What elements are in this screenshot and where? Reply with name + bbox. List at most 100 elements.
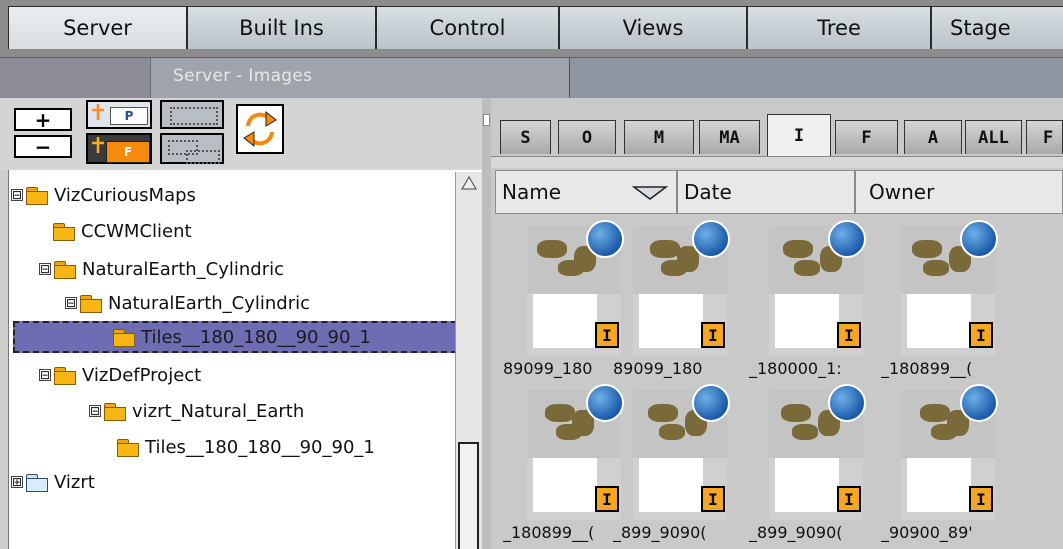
column-owner-label: Owner bbox=[869, 180, 935, 204]
map-landmass bbox=[781, 404, 811, 422]
folder-open-icon bbox=[104, 403, 126, 421]
thumbnail-canvas bbox=[775, 458, 839, 512]
tab-tree[interactable]: Tree bbox=[747, 6, 931, 49]
tab-control[interactable]: Control bbox=[376, 6, 559, 49]
map-landmass bbox=[650, 240, 680, 258]
globe-icon bbox=[960, 220, 998, 258]
tab-server[interactable]: Server bbox=[8, 6, 187, 49]
globe-icon bbox=[692, 220, 730, 258]
tab-stage[interactable]: Stage bbox=[931, 6, 1063, 49]
dotted-link-icon-2 bbox=[186, 150, 220, 164]
add-project-button[interactable]: P bbox=[86, 100, 152, 129]
pool-dropdown[interactable]: Server - Images bbox=[150, 58, 719, 99]
scroll-up-icon[interactable] bbox=[461, 176, 477, 190]
filter-tab-m[interactable]: M bbox=[624, 120, 694, 154]
filter-tab-a[interactable]: A bbox=[904, 120, 962, 154]
image-thumbnail[interactable]: I bbox=[901, 384, 998, 520]
folder-icon bbox=[53, 223, 75, 241]
tree-toolbar: + − P F bbox=[0, 98, 490, 170]
tree-node-tiles[interactable]: Tiles__180_180__90_90_1 bbox=[117, 431, 453, 463]
image-thumbnail[interactable]: I bbox=[633, 220, 730, 356]
expand-icon[interactable]: ⊞ bbox=[11, 476, 23, 488]
bar-right-area bbox=[570, 58, 1063, 99]
collapse-button[interactable]: − bbox=[14, 135, 72, 159]
top-tab-bar: Server Built Ins Control Views Tree Stag… bbox=[0, 0, 1063, 57]
image-thumbnail[interactable]: I bbox=[527, 384, 624, 520]
map-landmass bbox=[783, 240, 813, 258]
tree-node-naturalearth-cylindric-sub[interactable]: ⊟ NaturalEarth_Cylindric bbox=[65, 287, 451, 319]
thumbnail-caption: _90900_89' bbox=[881, 523, 973, 542]
image-thumbnail[interactable]: I bbox=[901, 220, 998, 356]
column-header-date[interactable]: Date bbox=[677, 170, 855, 214]
image-thumbnail[interactable]: I bbox=[527, 220, 624, 356]
collapse-icon[interactable]: ⊟ bbox=[39, 369, 51, 381]
filter-tab-o[interactable]: O bbox=[558, 120, 616, 154]
filter-tab-ma[interactable]: MA bbox=[699, 120, 760, 154]
thumbnail-canvas bbox=[533, 294, 597, 348]
filter-tab-f[interactable]: F bbox=[835, 120, 898, 154]
thumbnail-canvas bbox=[775, 294, 839, 348]
image-thumbnail[interactable]: I bbox=[769, 384, 866, 520]
dotted-link-button[interactable] bbox=[160, 133, 224, 164]
tab-underline bbox=[491, 156, 1063, 168]
panel-splitter[interactable] bbox=[482, 98, 491, 549]
sort-descending-icon[interactable] bbox=[632, 185, 668, 201]
tab-label: Built Ins bbox=[239, 16, 324, 40]
tree-node-vizrt[interactable]: ⊞ Vizrt bbox=[11, 466, 451, 498]
image-type-badge: I bbox=[969, 322, 993, 348]
image-type-badge: I bbox=[701, 486, 725, 512]
collapse-icon[interactable]: ⊟ bbox=[65, 297, 77, 309]
thumbnail-canvas bbox=[907, 458, 971, 512]
thumbnail-caption: _899_9090( bbox=[613, 523, 707, 542]
image-thumbnail[interactable]: I bbox=[769, 220, 866, 356]
filter-tab-s[interactable]: S bbox=[500, 120, 551, 154]
collapse-icon[interactable]: ⊟ bbox=[89, 405, 101, 417]
tab-label: Server bbox=[63, 16, 132, 40]
filter-tab-label: F bbox=[861, 127, 872, 148]
tree-node-naturalearth-cylindric[interactable]: ⊟ NaturalEarth_Cylindric bbox=[39, 253, 451, 285]
image-type-badge: I bbox=[595, 322, 619, 348]
tree-node-vizcuriousmaps[interactable]: ⊟ VizCuriousMaps bbox=[11, 179, 451, 211]
filter-tab-label: ALL bbox=[978, 127, 1009, 148]
tree-node-label: Tiles__180_180__90_90_1 bbox=[141, 326, 371, 348]
collapse-icon[interactable]: ⊟ bbox=[39, 263, 51, 275]
map-landmass bbox=[556, 424, 582, 440]
map-landmass bbox=[648, 404, 678, 422]
column-header-owner[interactable]: Owner bbox=[855, 170, 1063, 214]
filter-tab-label: M bbox=[653, 127, 665, 148]
thumbnail-caption: _180899__( bbox=[503, 523, 595, 542]
refresh-button[interactable] bbox=[236, 104, 284, 154]
tab-label: Control bbox=[429, 16, 506, 40]
column-header-name[interactable]: Name bbox=[495, 170, 677, 214]
add-folder-button[interactable]: F bbox=[86, 133, 152, 164]
pool-selector-bar: Server - Images bbox=[0, 57, 1063, 99]
folder-open-icon bbox=[26, 187, 48, 205]
image-type-badge: I bbox=[701, 322, 725, 348]
thumbnail-canvas bbox=[533, 458, 597, 512]
dotted-frame-button[interactable] bbox=[160, 100, 224, 129]
tree-node-ccwmclient[interactable]: CCWMClient bbox=[53, 215, 453, 247]
tree-node-tiles-selected[interactable]: Tiles__180_180__90_90_1 bbox=[13, 321, 457, 353]
collapse-icon[interactable]: ⊟ bbox=[11, 189, 23, 201]
tree-node-vizrt-natural-earth[interactable]: ⊟ vizrt_Natural_Earth bbox=[89, 395, 451, 427]
splitter-handle[interactable] bbox=[483, 114, 490, 126]
tree-node-vizdefproject[interactable]: ⊟ VizDefProject bbox=[39, 359, 451, 391]
expand-button[interactable]: + bbox=[14, 108, 72, 132]
image-thumbnail[interactable]: I bbox=[633, 384, 730, 520]
filter-tab-label: MA bbox=[719, 127, 740, 148]
map-landmass bbox=[794, 260, 820, 276]
folder-icon bbox=[113, 329, 135, 347]
add-project-icon bbox=[92, 104, 104, 120]
filter-tab-i[interactable]: I bbox=[767, 114, 831, 156]
image-type-badge: I bbox=[837, 322, 861, 348]
scrollbar-thumb[interactable] bbox=[458, 442, 479, 549]
map-landmass bbox=[923, 260, 949, 276]
filter-tab-all[interactable]: ALL bbox=[965, 120, 1022, 154]
tree-node-label: Vizrt bbox=[54, 471, 95, 493]
map-landmass bbox=[661, 260, 687, 276]
tree-scrollbar[interactable] bbox=[455, 172, 482, 549]
tab-views[interactable]: Views bbox=[559, 6, 747, 49]
tab-built-ins[interactable]: Built Ins bbox=[187, 6, 376, 49]
filter-tab-f2[interactable]: F bbox=[1026, 120, 1063, 154]
image-type-badge: I bbox=[969, 486, 993, 512]
